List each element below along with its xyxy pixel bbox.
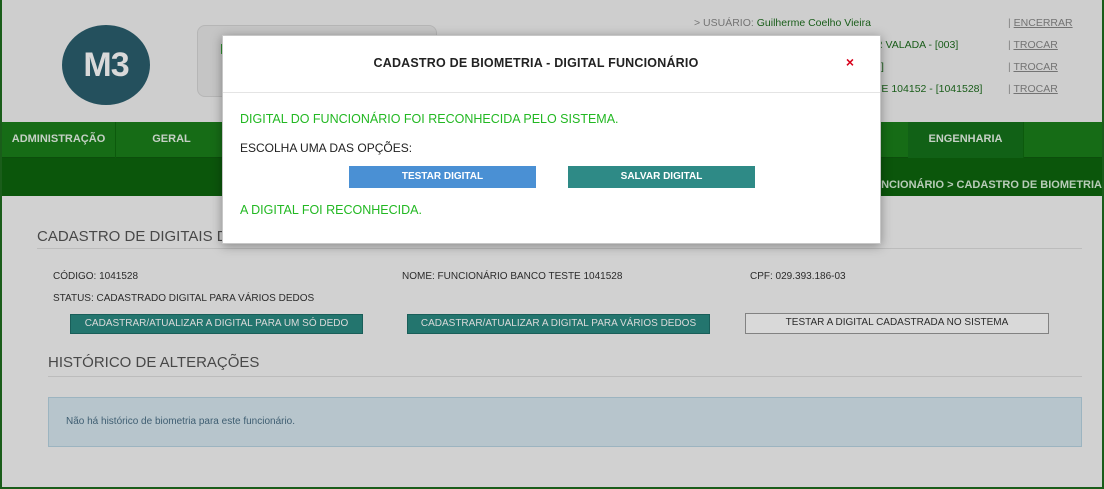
- modal-title: CADASTRO DE BIOMETRIA - DIGITAL FUNCIONÁ…: [373, 56, 699, 70]
- result-message: A DIGITAL FOI RECONHECIDA.: [240, 203, 422, 217]
- choose-option-label: ESCOLHA UMA DAS OPÇÕES:: [240, 141, 413, 155]
- recognized-message: DIGITAL DO FUNCIONÁRIO FOI RECONHECIDA P…: [240, 112, 619, 126]
- biometria-modal: CADASTRO DE BIOMETRIA - DIGITAL FUNCIONÁ…: [222, 35, 881, 244]
- salvar-digital-button[interactable]: SALVAR DIGITAL: [568, 166, 755, 188]
- testar-digital-button[interactable]: TESTAR DIGITAL: [349, 166, 536, 188]
- close-icon[interactable]: ×: [846, 54, 854, 70]
- modal-header-divider: [223, 92, 880, 93]
